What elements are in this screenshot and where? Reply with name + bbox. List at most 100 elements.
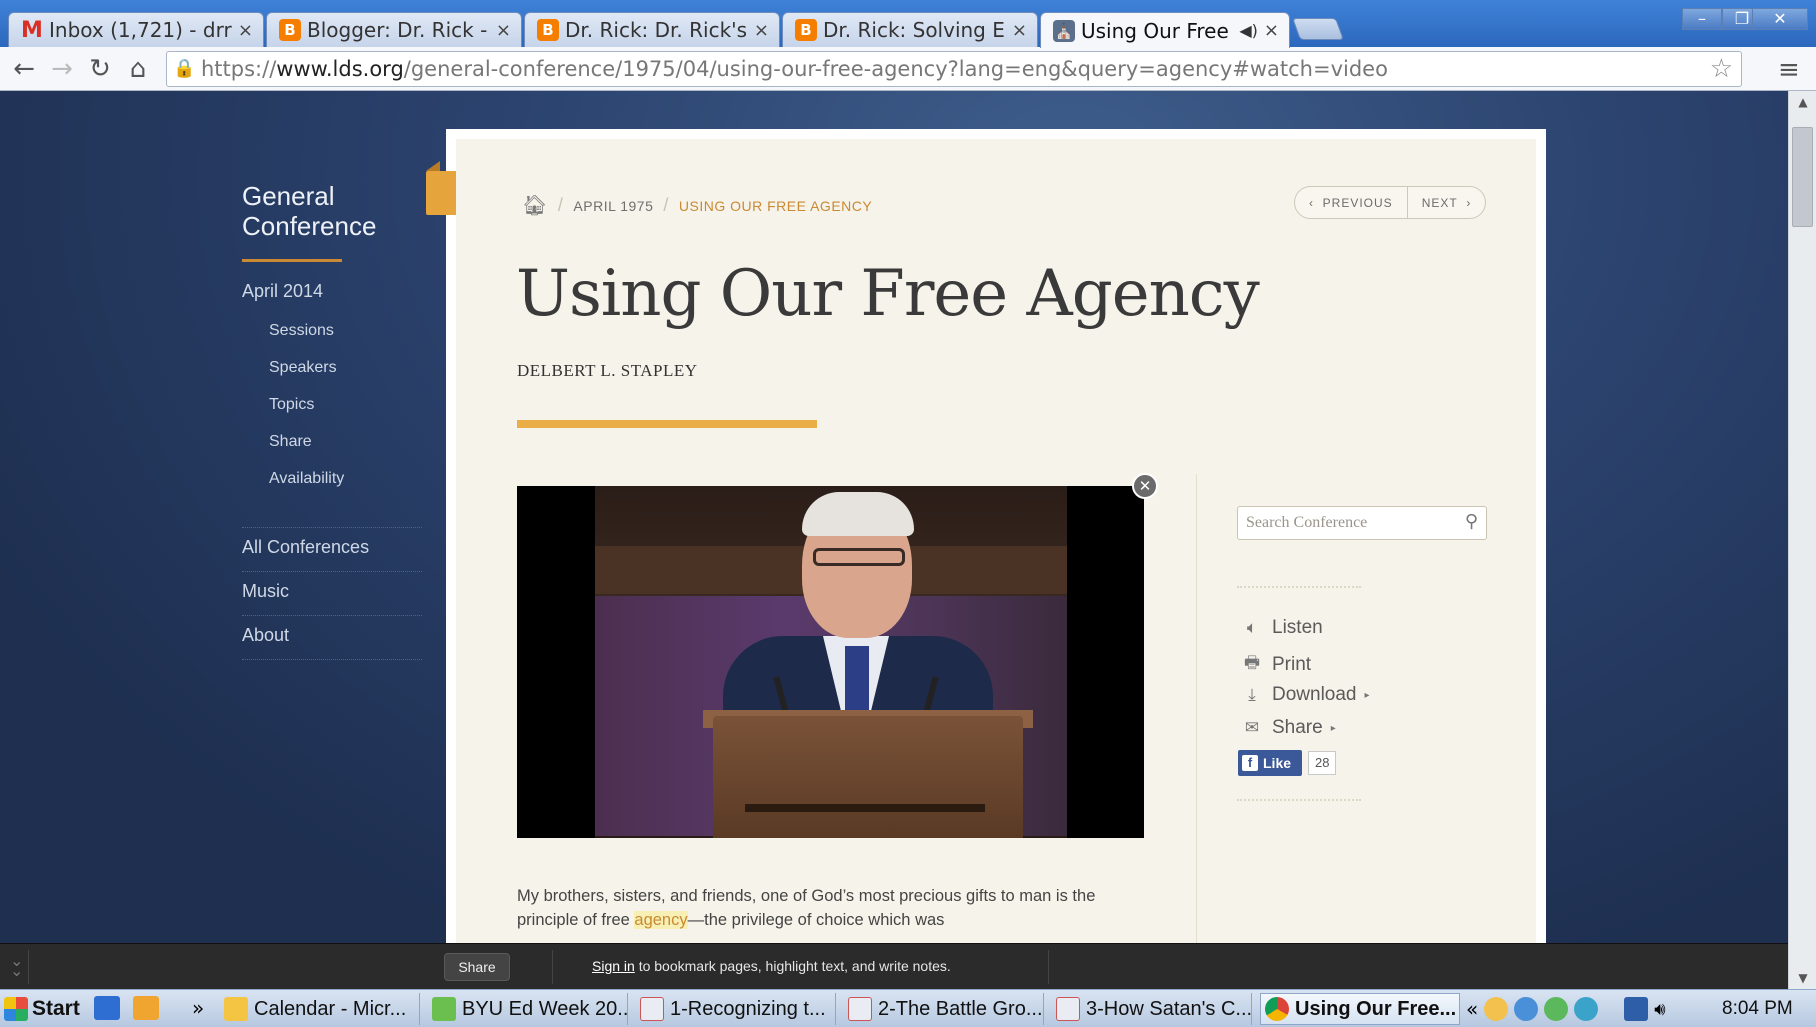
url-text: https://www.lds.org/general-conference/1… [201,57,1388,81]
download-button[interactable]: ⤓ Download ▸ [1240,684,1370,706]
scrollbar-thumb[interactable] [1792,127,1813,227]
show-desktop-icon[interactable] [94,996,120,1020]
home-icon[interactable]: ⌂ [122,53,154,85]
facebook-like-button[interactable]: f Like [1238,750,1302,776]
sidebar-item-about[interactable]: About [242,625,289,646]
tab-title: Dr. Rick: Solving Emc [823,18,1006,42]
browser-tab[interactable]: B Dr. Rick: Dr. Rick's Inc × [524,12,780,47]
browser-tab[interactable]: M Inbox (1,721) - drrick × [8,12,264,47]
home-icon[interactable]: 🏠︎ [522,193,548,218]
browser-menu-icon[interactable]: ≡ [1778,55,1800,85]
sidebar-item-availability[interactable]: Availability [269,470,344,488]
sidebar-item-topics[interactable]: Topics [269,396,314,414]
vertical-scrollbar[interactable]: ▲ ▼ [1788,91,1816,989]
tab-title: Using Our Free Ag [1081,18,1233,43]
close-tab-icon[interactable]: × [1264,20,1279,41]
share-button[interactable]: ✉ Share ▸ [1240,717,1336,739]
dotted-divider [1237,586,1361,588]
sidebar-item-april-2014[interactable]: April 2014 [242,281,323,302]
address-bar[interactable]: 🔒 https://www.lds.org/general-conference… [166,51,1742,87]
page-title: Using Our Free Agency [516,257,1260,331]
tab-title: Dr. Rick: Dr. Rick's Inc [565,18,748,42]
windows-taskbar: Start » Calendar - Micr... BYU Ed Week 2… [0,989,1816,1027]
author-name[interactable]: DELBERT L. STAPLEY [517,361,698,381]
show-hidden-icons-icon[interactable]: « [1466,997,1478,1021]
tray-app-icon[interactable] [1514,997,1539,1021]
sidebar-title[interactable]: General Conference [242,181,376,241]
browser-tab-active[interactable]: ⛪ Using Our Free Ag ◀) × [1040,12,1290,48]
taskbar-item[interactable]: 2-The Battle Gro... [844,993,1044,1025]
pager: ‹ PREVIOUS NEXT › [1294,186,1487,219]
taskbar-item[interactable]: 3-How Satan's C... [1052,993,1252,1025]
media-player-icon[interactable] [133,996,159,1020]
calendar-icon [224,997,248,1021]
audio-playing-icon: ◀) [1239,21,1258,40]
new-tab-button[interactable] [1291,18,1345,40]
taskbar-item[interactable]: BYU Ed Week 20... [428,993,628,1025]
window-close-button[interactable]: ✕ [1752,8,1808,30]
scroll-down-icon[interactable]: ▼ [1789,967,1816,989]
video-player[interactable] [517,486,1144,838]
browser-tab[interactable]: B Dr. Rick: Solving Emc × [782,12,1038,47]
search-icon[interactable]: ⚲ [1465,511,1478,532]
more-quicklaunch-icon[interactable]: » [192,996,218,1020]
search-input[interactable] [1238,514,1448,532]
content-paper: 🏠︎ / APRIL 1975 / USING OUR FREE AGENCY … [456,139,1536,943]
sidebar-divider [242,615,422,616]
caret-right-icon: ▸ [1330,722,1336,734]
download-icon: ⤓ [1248,685,1256,704]
taskbar-item-active[interactable]: Using Our Free... [1260,993,1460,1025]
document-icon [432,997,456,1021]
breadcrumb: 🏠︎ / APRIL 1975 / USING OUR FREE AGENCY [522,193,873,218]
windows-logo-icon [4,997,28,1021]
tray-app-icon[interactable] [1484,997,1509,1021]
sign-in-link[interactable]: Sign in [592,958,635,974]
taskbar-item[interactable]: 1-Recognizing t... [636,993,836,1025]
sidebar-item-all-conferences[interactable]: All Conferences [242,537,369,558]
sidebar-divider [242,571,422,572]
minimize-button[interactable]: – [1682,8,1722,30]
lock-icon: 🔒 [173,58,196,79]
video-frame [595,486,1067,838]
presentation-icon [1056,997,1080,1021]
lds-icon: ⛪ [1053,19,1075,42]
breadcrumb-april-1975[interactable]: APRIL 1975 [573,198,653,214]
sidebar-item-music[interactable]: Music [242,581,289,602]
title-underline [517,420,817,428]
previous-button[interactable]: ‹ PREVIOUS [1295,196,1407,210]
print-button[interactable]: 🖶 Print [1240,650,1311,679]
caret-right-icon: ▸ [1364,689,1370,701]
blogger-icon: B [537,19,559,41]
clock[interactable]: 8:04 PM [1722,998,1793,1020]
browser-tab[interactable]: B Blogger: Dr. Rick - Al × [266,12,522,47]
next-button[interactable]: NEXT › [1408,196,1486,210]
forward-arrow-icon[interactable]: → [46,53,78,85]
sidebar-item-share[interactable]: Share [269,433,312,451]
close-tab-icon[interactable]: × [1012,20,1027,41]
start-button[interactable]: Start [4,992,80,1026]
search-conference-box: ⚲ [1237,506,1487,540]
back-arrow-icon[interactable]: ← [8,53,40,85]
volume-icon[interactable]: 🔊︎ [1654,999,1665,1020]
bookmark-star-icon[interactable]: ☆ [1710,54,1733,84]
sidebar-item-speakers[interactable]: Speakers [269,359,337,377]
network-icon[interactable] [1624,997,1649,1021]
share-toolbar-button[interactable]: Share [444,953,510,981]
sidebar-divider [242,659,422,660]
scroll-up-icon[interactable]: ▲ [1789,91,1816,113]
like-count: 28 [1308,751,1337,775]
listen-button[interactable]: 🔈︎ Listen [1240,617,1323,639]
reload-icon[interactable]: ↻ [84,53,116,85]
close-tab-icon[interactable]: × [238,20,253,41]
taskbar-item[interactable]: Calendar - Micr... [220,993,420,1025]
tray-app-icon[interactable] [1544,997,1569,1021]
collapse-chevron-icon[interactable]: ⌄ ⌄ [10,953,23,979]
sidebar-item-sessions[interactable]: Sessions [269,322,334,340]
talk-body: My brothers, sisters, and friends, one o… [517,887,1096,929]
printer-icon: 🖶 [1243,653,1261,672]
close-tab-icon[interactable]: × [496,20,511,41]
tray-app-icon[interactable] [1574,997,1599,1021]
close-video-icon[interactable]: ✕ [1132,473,1158,499]
speaker-icon: 🔈︎ [1246,618,1258,637]
close-tab-icon[interactable]: × [754,20,769,41]
